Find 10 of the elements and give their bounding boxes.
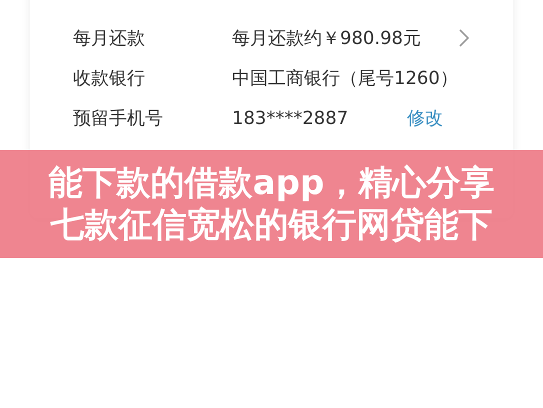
field-value: 中国工商银行（尾号1260） (232, 67, 458, 90)
field-label: 每月还款 (73, 27, 146, 50)
field-value: 183****2887 (232, 108, 348, 128)
banner-title: 能下款的借款app，精心分享 (48, 162, 494, 204)
field-value: 每月还款约￥980.98元 (232, 27, 421, 50)
banner-title: 七款征信宽松的银行网贷能下 (50, 204, 492, 246)
field-label: 预留手机号 (73, 107, 164, 130)
field-label: 收款银行 (73, 67, 146, 90)
chevron-right-icon[interactable] (459, 29, 469, 47)
edit-link[interactable]: 修改 (407, 106, 443, 130)
